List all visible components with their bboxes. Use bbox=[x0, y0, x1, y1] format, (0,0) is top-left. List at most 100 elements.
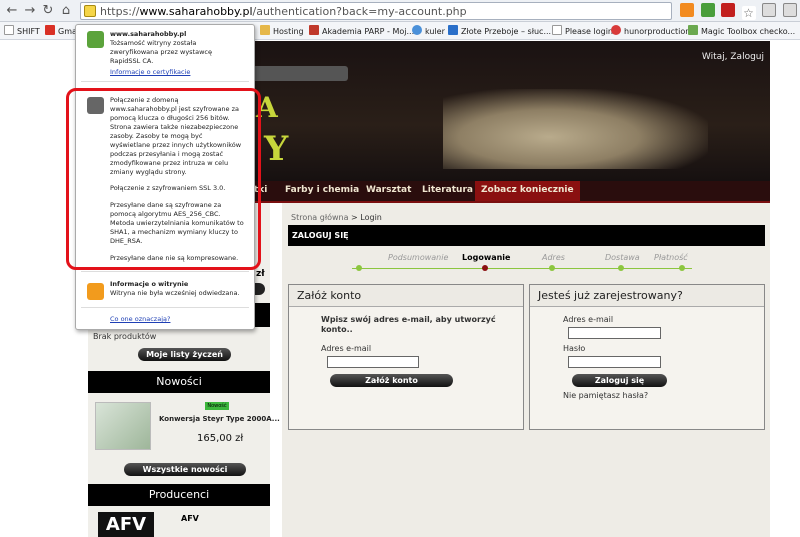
url-domain: www.saharahobby.pl bbox=[139, 5, 253, 18]
cart-price: zł bbox=[256, 269, 265, 279]
step-summary: Podsumowanie bbox=[388, 253, 449, 262]
radio-icon bbox=[448, 25, 458, 35]
popup-identity: zweryfikowana przez wystawcę bbox=[110, 48, 212, 56]
bookmark-shift[interactable]: SHIFT bbox=[4, 25, 40, 38]
home-icon[interactable]: ⌂ bbox=[58, 3, 74, 19]
login-box: Jesteś już zarejestrowany? Adres e-mail … bbox=[529, 284, 765, 430]
address-text[interactable]: https://www.saharahobby.pl/authenticatio… bbox=[100, 5, 467, 18]
steps-line bbox=[352, 268, 692, 269]
step-dot bbox=[618, 265, 624, 271]
bookmark-parp[interactable]: Akademia PARP - Moj... bbox=[309, 25, 414, 38]
greeting-text: Witaj, bbox=[701, 52, 728, 62]
bookmark-label: Magic Toolbox checko... bbox=[701, 27, 796, 36]
bookmark-label: kuler bbox=[425, 27, 445, 36]
all-new-products-button[interactable]: Wszystkie nowości bbox=[124, 463, 246, 476]
bookmark-please-login[interactable]: Please login bbox=[552, 25, 613, 38]
lock-icon[interactable] bbox=[84, 5, 96, 17]
back-icon[interactable]: ← bbox=[4, 3, 20, 19]
register-email-input[interactable] bbox=[327, 356, 419, 368]
divider bbox=[81, 271, 249, 272]
bookmark-hunor[interactable]: hunorproduction bbox=[611, 25, 690, 38]
bookmark-zlote[interactable]: Złote Przeboje – słuc... bbox=[448, 25, 551, 38]
logo-letter: Y bbox=[264, 129, 289, 169]
producer-name[interactable]: AFV bbox=[181, 514, 199, 523]
highlight-annotation bbox=[66, 88, 261, 270]
step-address: Adres bbox=[542, 253, 565, 262]
bookmark-label: SHIFT bbox=[17, 27, 40, 36]
register-intro: konto.. bbox=[321, 325, 353, 334]
bookmark-kuler[interactable]: kuler bbox=[412, 25, 445, 38]
breadcrumb: Strona główna > Login bbox=[291, 213, 382, 222]
breadcrumb-separator: > bbox=[351, 213, 358, 222]
create-account-button[interactable]: Załóż konto bbox=[330, 374, 453, 387]
certificate-info-link[interactable]: Informacje o certyfikacie bbox=[110, 68, 190, 76]
folder-icon bbox=[260, 25, 270, 35]
parp-icon bbox=[309, 25, 319, 35]
wishlist-button[interactable]: Moje listy życzeń bbox=[138, 348, 231, 361]
login-link[interactable]: Zaloguj bbox=[730, 52, 764, 62]
forward-icon[interactable]: → bbox=[22, 3, 38, 19]
magic-toolbox-icon bbox=[688, 25, 698, 35]
breadcrumb-home-link[interactable]: Strona główna bbox=[291, 213, 349, 222]
checkout-steps: Podsumowanie Logowanie Adres Dostawa Pła… bbox=[352, 253, 692, 283]
bookmark-magic-toolbox[interactable]: Magic Toolbox checko... bbox=[688, 25, 795, 38]
step-dot-current bbox=[482, 265, 488, 271]
pdf-icon[interactable] bbox=[721, 3, 735, 17]
breadcrumb-current: Login bbox=[360, 213, 382, 222]
login-password-input[interactable] bbox=[568, 356, 661, 368]
wrench-icon[interactable] bbox=[782, 3, 797, 17]
extension-icons: ☆ bbox=[680, 3, 800, 20]
wishlist-empty-text: Brak produktów bbox=[93, 332, 157, 341]
step-login: Logowanie bbox=[462, 253, 511, 262]
register-title: Załóż konto bbox=[289, 285, 523, 307]
nav-item-warsztat[interactable]: Warsztat bbox=[366, 185, 411, 195]
product-thumbnail[interactable] bbox=[95, 402, 151, 450]
page-menu-icon[interactable] bbox=[762, 3, 776, 17]
popup-info-title: Informacje o witrynie bbox=[110, 280, 189, 288]
rss-icon[interactable] bbox=[680, 3, 694, 17]
bookmark-label: Złote Przeboje – słuc... bbox=[461, 27, 552, 36]
popup-site: www.saharahobby.pl bbox=[110, 30, 187, 38]
page-title: ZALOGUJ SIĘ bbox=[288, 225, 765, 246]
help-link[interactable]: Co one oznaczają? bbox=[110, 315, 170, 323]
popup-info-text: Witryna nie była wcześniej odwiedzana. bbox=[110, 289, 240, 297]
login-email-input[interactable] bbox=[568, 327, 661, 339]
nav-item-zobacz[interactable]: Zobacz koniecznie bbox=[475, 181, 580, 201]
bookmark-hosting[interactable]: Hosting bbox=[260, 25, 304, 38]
url-path: /authentication?back=my-account.php bbox=[252, 5, 467, 18]
step-delivery: Dostawa bbox=[605, 253, 640, 262]
new-badge: Nowość bbox=[205, 402, 229, 410]
product-price: 165,00 zł bbox=[197, 433, 244, 444]
page-icon bbox=[4, 25, 14, 35]
extension-icon[interactable] bbox=[700, 3, 715, 17]
info-icon bbox=[87, 283, 104, 300]
main-content: Strona główna > Login ZALOGUJ SIĘ Podsum… bbox=[282, 203, 770, 537]
address-bar[interactable]: https://www.saharahobby.pl/authenticatio… bbox=[80, 2, 672, 20]
login-email-label: Adres e-mail bbox=[563, 315, 614, 324]
step-payment: Płatność bbox=[654, 253, 688, 262]
bookmark-label: Hosting bbox=[273, 27, 304, 36]
gmail-icon bbox=[45, 25, 55, 35]
popup-identity: RapidSSL CA. bbox=[110, 57, 154, 65]
login-title: Jesteś już zarejestrowany? bbox=[530, 285, 764, 307]
step-dot bbox=[679, 265, 685, 271]
tanks-banner-image bbox=[443, 89, 708, 169]
forgot-password-link[interactable]: Nie pamiętasz hasła? bbox=[563, 391, 648, 400]
step-dot bbox=[356, 265, 362, 271]
register-email-label: Adres e-mail bbox=[321, 344, 372, 353]
login-password-label: Hasło bbox=[563, 344, 586, 353]
reload-icon[interactable]: ↻ bbox=[40, 3, 56, 19]
url-scheme: https:// bbox=[100, 5, 140, 18]
nav-item-literatura[interactable]: Literatura bbox=[422, 185, 473, 195]
afv-logo[interactable]: AFV bbox=[98, 512, 154, 537]
hunor-icon bbox=[611, 25, 621, 35]
bookmark-label: Please login bbox=[565, 27, 613, 36]
nav-item-farby[interactable]: Farby i chemia bbox=[285, 185, 359, 195]
login-button[interactable]: Zaloguj się bbox=[572, 374, 667, 387]
star-icon[interactable]: ☆ bbox=[741, 6, 756, 20]
bookmark-label: hunorproduction bbox=[624, 27, 691, 36]
product-name-link[interactable]: Konwersja Steyr Type 2000A... bbox=[159, 415, 280, 423]
browser-toolbar: ← → ↻ ⌂ https://www.saharahobby.pl/authe… bbox=[0, 0, 800, 22]
divider bbox=[81, 307, 249, 308]
lock-icon bbox=[87, 31, 104, 48]
